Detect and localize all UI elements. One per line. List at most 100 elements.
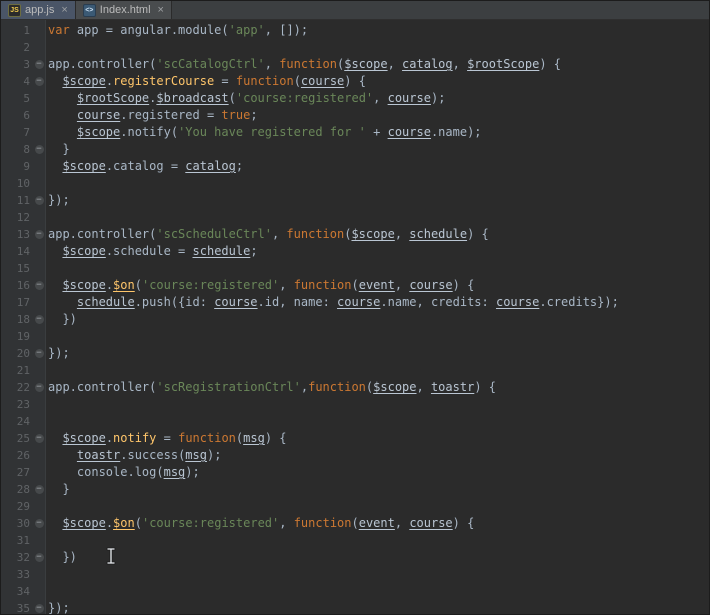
fold-end-icon[interactable]: − [34,604,44,613]
code-text[interactable]: }); [46,192,70,209]
code-text[interactable]: $scope.notify = function(msg) { [46,430,286,447]
line-number: 23 [16,398,30,411]
fold-collapse-icon[interactable]: − [34,281,44,290]
code-line[interactable]: 33 [1,566,709,583]
fold-end-icon[interactable]: − [34,553,44,562]
code-text[interactable]: course.registered = true; [46,107,258,124]
line-number: 31 [16,534,30,547]
code-text[interactable]: } [46,141,69,158]
code-line[interactable]: 10 [1,175,709,192]
fold-end-icon[interactable]: − [34,315,44,324]
code-text[interactable]: var app = angular.module('app', []); [46,22,308,39]
fold-end-icon[interactable]: − [34,349,44,358]
code-text[interactable]: }); [46,600,70,614]
code-line[interactable]: 4− $scope.registerCourse = function(cour… [1,73,709,90]
code-text[interactable] [46,396,48,413]
close-tab-icon[interactable]: × [158,4,164,16]
code-line[interactable]: 12 [1,209,709,226]
code-line[interactable]: 3− app.controller('scCatalogCtrl', functi… [1,56,709,73]
code-text[interactable]: $scope.notify('You have registered for '… [46,124,482,141]
gutter-cell: 25− [1,430,46,447]
code-text[interactable]: app.controller('scScheduleCtrl', functio… [46,226,489,243]
code-text[interactable] [46,175,48,192]
code-text[interactable]: $scope.registerCourse = function(course)… [46,73,366,90]
code-line[interactable]: 1 var app = angular.module('app', []); [1,22,709,39]
code-line[interactable]: 35−}); [1,600,709,614]
code-line[interactable]: 30− $scope.$on('course:registered', func… [1,515,709,532]
code-line[interactable]: 16− $scope.$on('course:registered', func… [1,277,709,294]
fold-collapse-icon[interactable]: − [34,519,44,528]
code-text[interactable]: }); [46,345,70,362]
fold-end-icon[interactable]: − [34,485,44,494]
code-text[interactable]: $scope.$on('course:registered', function… [46,277,474,294]
fold-collapse-icon[interactable]: − [34,230,44,239]
fold-collapse-icon[interactable]: − [34,383,44,392]
code-text[interactable]: }) [46,311,76,328]
code-line[interactable]: 22− app.controller('scRegistrationCtrl',f… [1,379,709,396]
code-line[interactable]: 28− } [1,481,709,498]
code-line[interactable]: 7 $scope.notify('You have registered for… [1,124,709,141]
code-text[interactable] [46,209,48,226]
gutter-cell: 34 [1,583,46,600]
code-text[interactable]: $scope.catalog = catalog; [46,158,243,175]
code-text[interactable] [46,328,48,345]
code-line[interactable]: 24 [1,413,709,430]
code-text[interactable] [46,39,48,56]
close-tab-icon[interactable]: × [61,4,67,16]
code-line[interactable]: 14 $scope.schedule = schedule; [1,243,709,260]
fold-end-icon[interactable]: − [34,145,44,154]
code-line[interactable]: 11−}); [1,192,709,209]
tab-app-js[interactable]: JS app.js × [1,1,76,19]
fold-collapse-icon[interactable]: − [34,434,44,443]
code-line[interactable]: 5 $rootScope.$broadcast('course:register… [1,90,709,107]
code-text[interactable] [46,566,48,583]
code-line[interactable]: 15 [1,260,709,277]
line-number: 24 [16,415,30,428]
code-line[interactable]: 21 [1,362,709,379]
code-line[interactable]: 23 [1,396,709,413]
line-number: 21 [16,364,30,377]
code-text[interactable] [46,583,48,600]
code-text[interactable]: console.log(msg); [46,464,200,481]
code-line[interactable]: 19 [1,328,709,345]
gutter-cell: 13− [1,226,46,243]
code-line[interactable]: 17 schedule.push({id: course.id, name: c… [1,294,709,311]
code-line[interactable]: 18− }) [1,311,709,328]
gutter-cell: 22− [1,379,46,396]
line-number: 27 [16,466,30,479]
fold-collapse-icon[interactable]: − [34,77,44,86]
code-text[interactable]: $rootScope.$broadcast('course:registered… [46,90,446,107]
code-line[interactable]: 25− $scope.notify = function(msg) { [1,430,709,447]
line-number: 7 [23,126,30,139]
code-line[interactable]: 34 [1,583,709,600]
code-line[interactable]: 27 console.log(msg); [1,464,709,481]
code-line[interactable]: 2 [1,39,709,56]
gutter-cell: 26 [1,447,46,464]
code-text[interactable] [46,413,48,430]
code-text[interactable] [46,260,48,277]
code-text[interactable] [46,362,48,379]
tab-index-html[interactable]: <> Index.html × [75,1,172,19]
code-text[interactable]: $scope.$on('course:registered', function… [46,515,474,532]
code-text[interactable]: }) [46,549,76,566]
code-text[interactable]: schedule.push({id: course.id, name: cour… [46,294,619,311]
code-text[interactable]: app.controller('scRegistrationCtrl',func… [46,379,496,396]
code-text[interactable]: } [46,481,69,498]
code-line[interactable]: 13− app.controller('scScheduleCtrl', func… [1,226,709,243]
code-text[interactable]: toastr.success(msg); [46,447,222,464]
code-editor[interactable]: 1 var app = angular.module('app', []); 2 3−… [1,20,709,614]
code-line[interactable]: 8− } [1,141,709,158]
code-line[interactable]: 6 course.registered = true; [1,107,709,124]
code-line[interactable]: 29 [1,498,709,515]
code-line[interactable]: 20−}); [1,345,709,362]
text-cursor-icon [106,547,116,565]
code-line[interactable]: 26 toastr.success(msg); [1,447,709,464]
code-text[interactable] [46,498,48,515]
fold-collapse-icon[interactable]: − [34,60,44,69]
code-text[interactable]: $scope.schedule = schedule; [46,243,257,260]
fold-end-icon[interactable]: − [34,196,44,205]
line-number: 26 [16,449,30,462]
code-text[interactable]: app.controller('scCatalogCtrl', function… [46,56,561,73]
code-line[interactable]: 9 $scope.catalog = catalog; [1,158,709,175]
code-text[interactable] [46,532,48,549]
